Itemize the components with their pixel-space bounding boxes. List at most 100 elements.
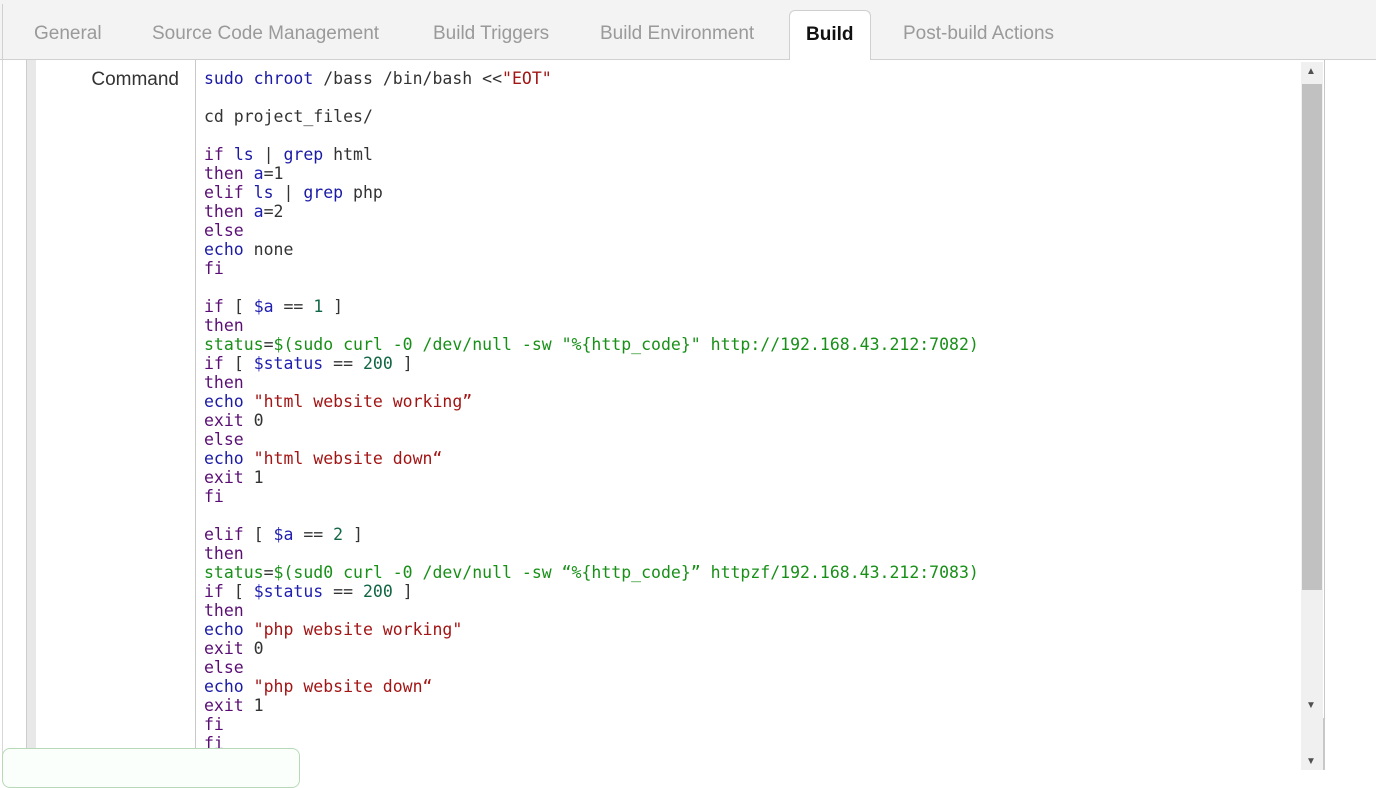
code-token: cd project_files/: [204, 107, 373, 126]
code-line: exit 0: [204, 639, 979, 658]
page-scroll-down-icon[interactable]: ▼: [1306, 756, 1316, 767]
code-token: fi: [204, 715, 224, 734]
code-line: echo "html website down“: [204, 449, 979, 468]
code-token: chroot: [253, 69, 324, 88]
code-line: then a=1: [204, 164, 979, 183]
code-line: echo none: [204, 240, 979, 259]
code-token: 1: [253, 696, 264, 715]
scroll-down-icon[interactable]: ▼: [1306, 700, 1316, 711]
command-label: Command: [91, 69, 179, 90]
code-token: if: [204, 145, 234, 164]
code-token: if: [204, 582, 234, 601]
code-line: echo "php website down“: [204, 677, 979, 696]
code-token: [: [233, 582, 254, 601]
code-token: [: [233, 354, 254, 373]
code-token: status: [204, 563, 264, 582]
code-token: ==: [323, 354, 363, 373]
code-token: else: [204, 658, 244, 677]
editor-scrollbar-thumb[interactable]: [1302, 84, 1322, 590]
code-token: fi: [204, 487, 224, 506]
tab-post-build-actions[interactable]: Post-build Actions: [903, 10, 1054, 60]
code-line: if [ $status == 200 ]: [204, 582, 979, 601]
tab-build[interactable]: Build: [789, 10, 871, 61]
code-line: cd project_files/: [204, 107, 979, 126]
code-token: =: [263, 563, 274, 582]
code-token: sudo: [204, 69, 254, 88]
code-token: "html website working”: [253, 392, 473, 411]
code-token: 2: [333, 525, 344, 544]
tab-source-code-management[interactable]: Source Code Management: [152, 10, 379, 60]
code-token: then: [204, 544, 244, 563]
code-line: then a=2: [204, 202, 979, 221]
code-line: then: [204, 316, 979, 335]
code-token: ls: [253, 183, 284, 202]
tab-general[interactable]: General: [34, 10, 102, 60]
code-token: 200: [362, 582, 393, 601]
code-token: else: [204, 221, 244, 240]
code-line: status=$(sud0 curl -0 /dev/null -sw “%{h…: [204, 563, 979, 582]
command-editor[interactable]: sudo chroot /bass /bin/bash <<"EOT" cd pr…: [195, 60, 1325, 770]
command-code[interactable]: sudo chroot /bass /bin/bash <<"EOT" cd pr…: [204, 69, 979, 753]
code-line: else: [204, 658, 979, 677]
code-token: if: [204, 297, 234, 316]
code-line: then: [204, 544, 979, 563]
code-token: ]: [392, 582, 413, 601]
code-line: fi: [204, 715, 979, 734]
tab-bar-edge: [2, 4, 3, 60]
code-token: [: [253, 525, 274, 544]
code-token: "html website down“: [253, 449, 443, 468]
code-token: exit: [204, 468, 254, 487]
code-token: "php website working": [253, 620, 463, 639]
code-line: exit 1: [204, 468, 979, 487]
code-token: $status: [253, 354, 324, 373]
code-token: then: [204, 202, 254, 221]
code-token: echo: [204, 449, 254, 468]
code-line: if [ $status == 200 ]: [204, 354, 979, 373]
code-line: then: [204, 373, 979, 392]
tab-build-triggers[interactable]: Build Triggers: [433, 10, 549, 60]
code-token: =1: [263, 164, 284, 183]
code-token: $a: [273, 525, 294, 544]
code-line: fi: [204, 259, 979, 278]
code-token: then: [204, 316, 244, 335]
code-token: 1: [253, 468, 264, 487]
code-token: ==: [273, 297, 314, 316]
code-token: a: [253, 164, 264, 183]
code-token: echo: [204, 392, 254, 411]
code-token: grep: [303, 183, 354, 202]
resize-divider: [1323, 718, 1324, 770]
code-token: elif: [204, 525, 254, 544]
code-token: none: [253, 240, 294, 259]
code-token: $(sudo curl -0 /dev/null -sw "%{http_cod…: [273, 335, 979, 354]
code-line: else: [204, 221, 979, 240]
code-token: $(sud0 curl -0 /dev/null -sw “%{http_cod…: [273, 563, 979, 582]
tab-bar: General Source Code Management Build Tri…: [0, 0, 1376, 61]
code-token: [: [233, 297, 254, 316]
code-token: =: [263, 335, 274, 354]
code-token: ==: [323, 582, 363, 601]
code-line: sudo chroot /bass /bin/bash <<"EOT": [204, 69, 979, 88]
code-token: =2: [263, 202, 284, 221]
tab-build-environment[interactable]: Build Environment: [600, 10, 754, 60]
code-token: ==: [293, 525, 334, 544]
code-line: fi: [204, 734, 979, 753]
code-token: ]: [343, 525, 363, 544]
code-token: "EOT": [502, 69, 552, 88]
code-line: fi: [204, 487, 979, 506]
code-token: exit: [204, 411, 254, 430]
code-token: echo: [204, 677, 254, 696]
code-token: exit: [204, 639, 254, 658]
code-token: fi: [204, 259, 224, 278]
code-token: 0: [253, 639, 264, 658]
code-line: elif ls | grep php: [204, 183, 979, 202]
code-token: elif: [204, 183, 254, 202]
code-token: 1: [313, 297, 324, 316]
scroll-up-icon[interactable]: ▲: [1306, 66, 1316, 77]
code-token: ls: [233, 145, 264, 164]
section-indent-strip: [26, 60, 36, 770]
code-line: echo "html website working”: [204, 392, 979, 411]
notification-box: [2, 748, 300, 788]
